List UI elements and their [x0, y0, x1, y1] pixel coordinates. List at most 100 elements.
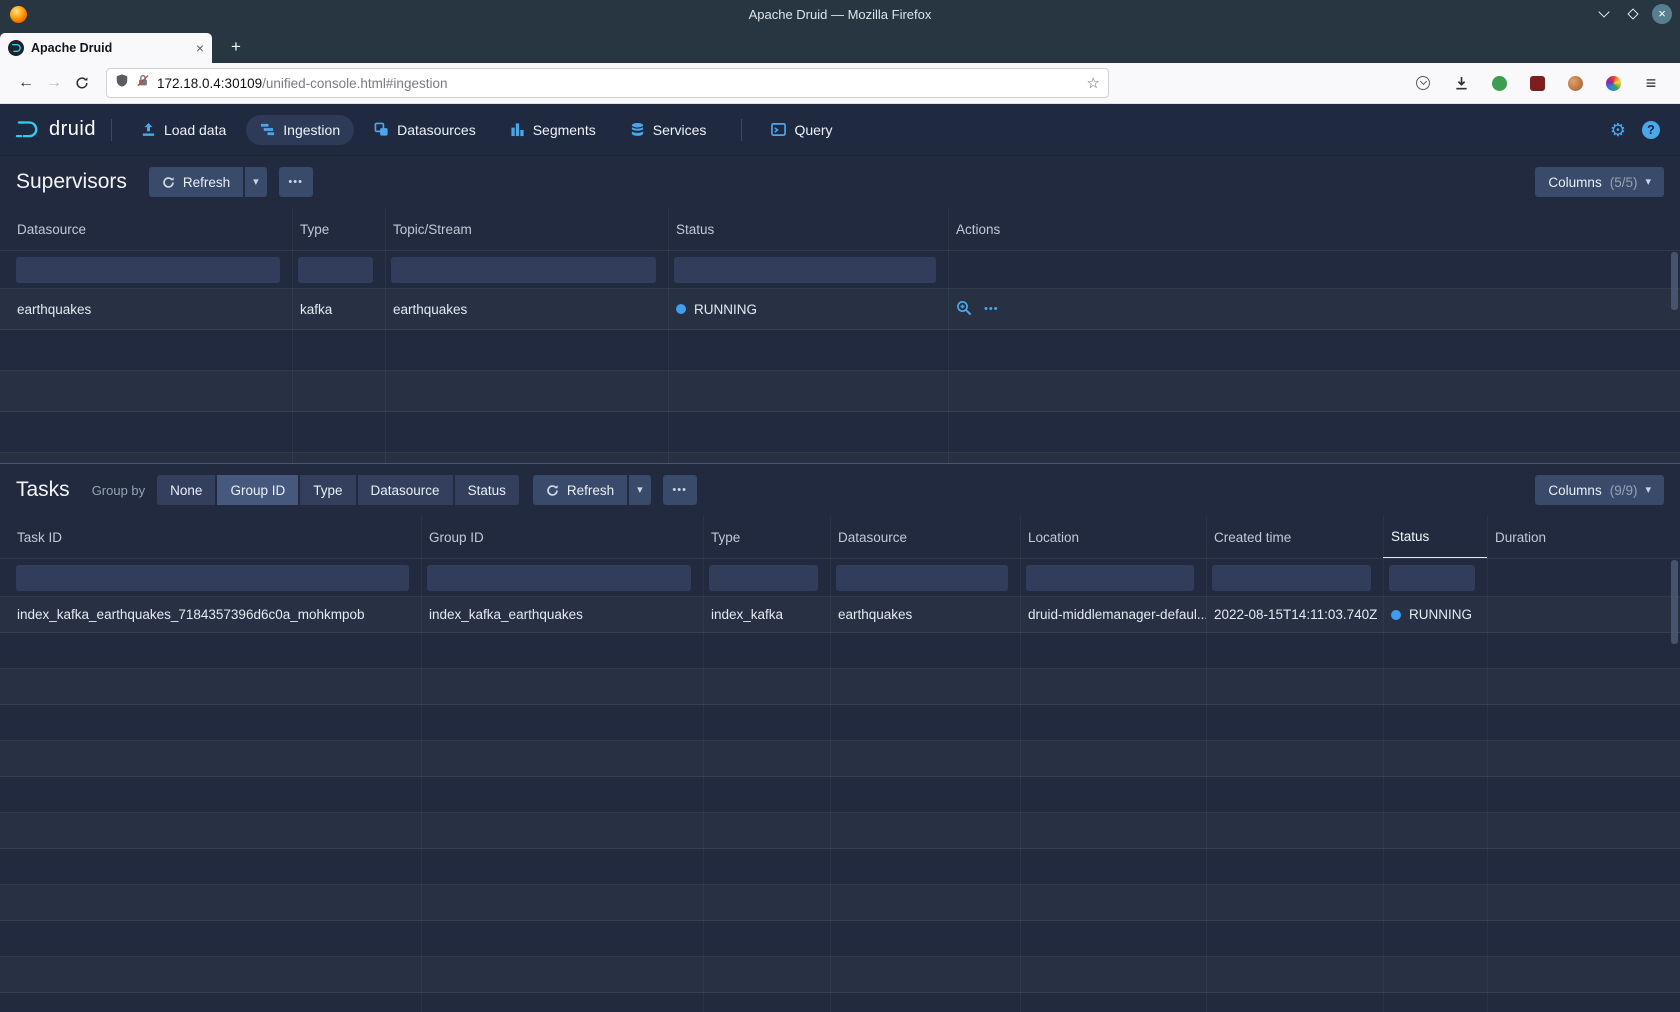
maximize-button[interactable] — [1623, 4, 1643, 24]
supervisors-refresh-dropdown[interactable]: ▾ — [245, 167, 267, 197]
table-row-empty — [0, 633, 1680, 669]
status-filter-input[interactable] — [674, 257, 936, 283]
column-header-status[interactable]: Status — [1383, 516, 1487, 558]
table-row[interactable]: earthquakes kafka earthquakes RUNNING ••… — [0, 289, 1680, 330]
extension-avatar-icon[interactable] — [1562, 70, 1588, 96]
column-header-location[interactable]: Location — [1020, 516, 1206, 558]
bookmark-star-icon[interactable]: ☆ — [1087, 74, 1100, 92]
group-by-datasource-button[interactable]: Datasource — [358, 475, 453, 505]
status-filter-input[interactable] — [1389, 565, 1475, 591]
browser-toolbar: ← → 172.18.0.4:30109/unified-console.htm… — [0, 63, 1680, 104]
columns-label: Columns — [1548, 175, 1601, 190]
minimize-button[interactable] — [1594, 4, 1614, 24]
nav-label: Query — [794, 122, 832, 138]
zoom-in-icon[interactable] — [956, 300, 972, 319]
tasks-refresh-button[interactable]: Refresh — [533, 475, 627, 505]
status-dot — [676, 304, 686, 314]
row-more-icon[interactable]: ••• — [984, 303, 999, 315]
refresh-icon — [162, 176, 175, 189]
group-by-none-button[interactable]: None — [157, 475, 215, 505]
column-header-actions[interactable]: Actions — [948, 208, 1680, 250]
group-by-segmented-control: None Group ID Type Datasource Status — [157, 475, 519, 505]
tasks-refresh-dropdown[interactable]: ▾ — [629, 475, 651, 505]
type-filter-input[interactable] — [709, 565, 818, 591]
group-by-type-button[interactable]: Type — [300, 475, 355, 505]
supervisors-more-button[interactable]: ••• — [279, 167, 313, 197]
supervisors-toolbar: Supervisors Refresh ▾ ••• Columns (5/5) … — [0, 156, 1680, 208]
extension-green-icon[interactable] — [1486, 70, 1512, 96]
new-tab-button[interactable]: + — [222, 33, 250, 61]
cell-type: index_kafka — [703, 597, 830, 632]
reload-button[interactable] — [68, 69, 96, 97]
druid-logo-icon — [14, 118, 42, 141]
tracking-shield-icon[interactable] — [115, 73, 129, 93]
column-header-status[interactable]: Status — [668, 208, 948, 250]
scrollbar-thumb[interactable] — [1671, 560, 1678, 644]
menu-icon[interactable]: ≡ — [1638, 70, 1664, 96]
gear-icon[interactable]: ⚙ — [1610, 121, 1626, 139]
cell-created-time: 2022-08-15T14:11:03.740Z — [1206, 597, 1383, 632]
tasks-more-button[interactable]: ••• — [663, 475, 697, 505]
column-header-topic-stream[interactable]: Topic/Stream — [385, 208, 668, 250]
close-button[interactable]: × — [1652, 4, 1672, 24]
column-header-datasource[interactable]: Datasource — [830, 516, 1020, 558]
supervisors-columns-button[interactable]: Columns (5/5) ▾ — [1535, 167, 1664, 197]
insecure-lock-icon[interactable] — [136, 73, 150, 93]
table-row-empty — [0, 849, 1680, 885]
ublock-origin-icon[interactable] — [1524, 70, 1550, 96]
tasks-panel: Tasks Group by None Group ID Type Dataso… — [0, 463, 1680, 1012]
back-button[interactable]: ← — [12, 69, 40, 97]
column-header-type[interactable]: Type — [292, 208, 385, 250]
downloads-icon[interactable] — [1448, 70, 1474, 96]
supervisors-filter-row — [0, 251, 1680, 289]
table-row[interactable]: index_kafka_earthquakes_7184357396d6c0a_… — [0, 597, 1680, 633]
type-filter-input[interactable] — [298, 257, 373, 283]
group-by-group-id-button[interactable]: Group ID — [217, 475, 298, 505]
nav-label: Ingestion — [283, 122, 340, 138]
group-by-status-button[interactable]: Status — [455, 475, 519, 505]
supervisors-refresh-button[interactable]: Refresh — [149, 167, 243, 197]
tasks-columns-button[interactable]: Columns (9/9) ▾ — [1535, 475, 1664, 505]
nav-tab-segments[interactable]: Segments — [496, 115, 610, 145]
nav-tab-ingestion[interactable]: Ingestion — [246, 115, 354, 145]
cell-location: druid-middlemanager-defaul... — [1020, 597, 1206, 632]
nav-tab-services[interactable]: Services — [616, 115, 721, 145]
column-header-datasource[interactable]: Datasource — [0, 208, 292, 250]
column-header-created-time[interactable]: Created time — [1206, 516, 1383, 558]
columns-count: (9/9) — [1610, 483, 1638, 498]
url-bar[interactable]: 172.18.0.4:30109/unified-console.html#in… — [106, 68, 1109, 98]
cell-topic-stream: earthquakes — [385, 289, 668, 329]
extension-pinwheel-icon[interactable] — [1600, 70, 1626, 96]
help-icon[interactable]: ? — [1642, 121, 1660, 139]
datasource-filter-input[interactable] — [836, 565, 1008, 591]
column-header-duration[interactable]: Duration — [1487, 516, 1680, 558]
created-time-filter-input[interactable] — [1212, 565, 1371, 591]
column-header-type[interactable]: Type — [703, 516, 830, 558]
table-row-empty — [0, 921, 1680, 957]
firefox-logo-icon — [10, 6, 27, 23]
topic-stream-filter-input[interactable] — [391, 257, 656, 283]
column-header-task-id[interactable]: Task ID — [0, 516, 421, 558]
table-row-empty — [0, 330, 1680, 371]
browser-tab[interactable]: Apache Druid × — [0, 33, 212, 63]
chevron-down-icon: ▾ — [637, 485, 643, 496]
cell-status: RUNNING — [1383, 597, 1487, 632]
nav-tab-datasources[interactable]: Datasources — [360, 115, 490, 145]
druid-logo[interactable]: druid — [14, 118, 96, 141]
nav-divider — [741, 119, 742, 141]
supervisors-table-header: Datasource Type Topic/Stream Status Acti… — [0, 208, 1680, 251]
nav-tab-query[interactable]: Query — [757, 115, 846, 145]
nav-tab-load-data[interactable]: Load data — [127, 115, 240, 145]
supervisors-rows: earthquakes kafka earthquakes RUNNING ••… — [0, 289, 1680, 463]
tasks-toolbar: Tasks Group by None Group ID Type Dataso… — [0, 464, 1680, 516]
column-header-group-id[interactable]: Group ID — [421, 516, 703, 558]
services-icon — [630, 122, 645, 137]
pocket-icon[interactable] — [1410, 70, 1436, 96]
scrollbar-thumb[interactable] — [1671, 252, 1678, 310]
task-id-filter-input[interactable] — [16, 565, 409, 591]
tab-close-icon[interactable]: × — [196, 41, 204, 55]
location-filter-input[interactable] — [1026, 565, 1194, 591]
druid-brand-name: druid — [49, 118, 96, 141]
group-id-filter-input[interactable] — [427, 565, 691, 591]
datasource-filter-input[interactable] — [16, 257, 280, 283]
